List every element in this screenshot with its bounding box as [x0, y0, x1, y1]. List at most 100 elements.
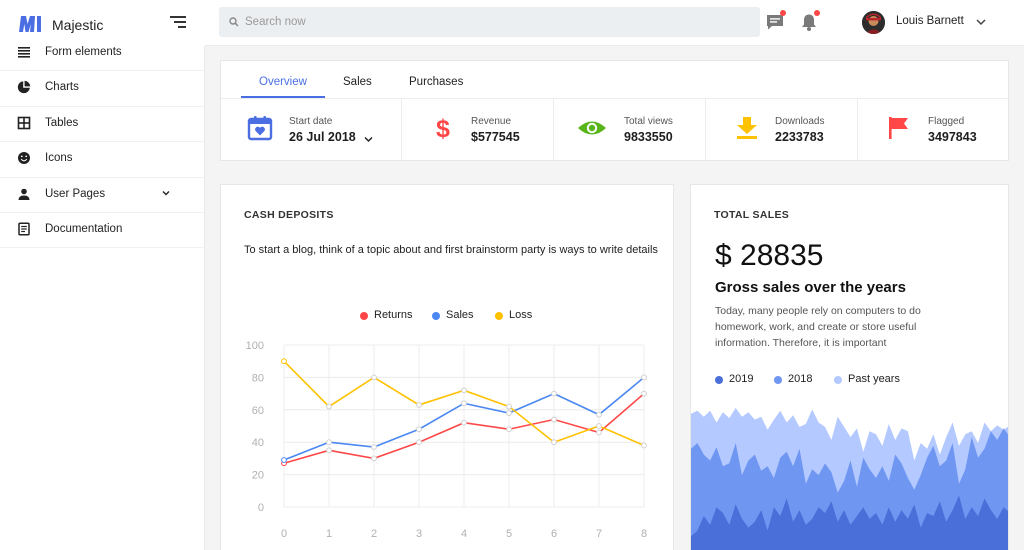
emoji-icon	[18, 152, 30, 165]
stat-revenue: $ Revenue $577545	[402, 99, 554, 162]
legend-label: 2018	[788, 373, 813, 385]
brand-header: Majestic	[0, 0, 205, 46]
data-point-returns	[596, 429, 602, 436]
tab-overview[interactable]: Overview	[259, 76, 307, 88]
legend-swatch	[774, 375, 782, 384]
sidebar-item-label: Tables	[45, 116, 79, 129]
data-point-sales	[281, 457, 287, 463]
legend-item-past-years[interactable]: Past years	[834, 373, 900, 385]
total-sales-value: $ 28835	[715, 239, 824, 272]
sidebar: Form elements Charts Tables Icons User P…	[0, 0, 205, 550]
y-tick-label: 60	[252, 405, 264, 417]
sidebar-toggle-icon[interactable]	[170, 15, 186, 29]
data-point-sales	[551, 390, 557, 397]
x-tick-label: 1	[326, 528, 332, 540]
x-tick-label: 0	[281, 528, 287, 540]
legend-item-2018[interactable]: 2018	[774, 373, 812, 385]
data-point-loss	[416, 402, 422, 408]
x-tick-label: 6	[551, 528, 557, 540]
y-tick-label: 20	[252, 470, 264, 482]
total-sales-card: TOTAL SALES $ 28835 Gross sales over the…	[690, 184, 1009, 550]
stat-label: Start date	[289, 116, 333, 127]
card-description: Today, many people rely on computers to …	[715, 305, 921, 349]
data-point-loss	[326, 403, 332, 410]
brand-name: Majestic	[52, 17, 104, 33]
stat-total-views: Total views 9833550	[554, 99, 706, 162]
stat-value: $577545	[471, 130, 520, 144]
search-input[interactable]	[219, 7, 760, 37]
document-icon	[18, 222, 30, 236]
y-tick-label: 80	[252, 372, 264, 384]
tab-sales[interactable]: Sales	[343, 76, 372, 88]
list-icon	[18, 47, 30, 58]
stat-start-date[interactable]: Start date 26 Jul 2018	[221, 99, 402, 162]
data-point-returns	[551, 416, 557, 423]
data-point-loss	[641, 442, 647, 449]
stat-label: Downloads	[775, 116, 825, 127]
message-icon[interactable]	[765, 10, 786, 32]
chart-legend: 2019 2018 Past years	[715, 373, 995, 387]
x-tick-label: 5	[506, 528, 512, 540]
data-point-sales	[416, 426, 422, 433]
sidebar-item-label: Icons	[45, 152, 73, 165]
data-point-returns	[371, 455, 377, 462]
card-subtitle: Gross sales over the years	[715, 279, 906, 296]
svg-text:$: $	[436, 115, 450, 141]
sidebar-item-documentation[interactable]: Documentation	[0, 213, 205, 249]
data-point-loss	[281, 358, 287, 365]
x-tick-label: 7	[596, 528, 602, 540]
y-tick-label: 40	[252, 437, 264, 449]
calendar-icon	[247, 116, 273, 141]
stat-value: 26 Jul 2018	[289, 130, 356, 144]
legend-item-2019[interactable]: 2019	[715, 373, 753, 385]
legend-label: Past years	[848, 373, 900, 385]
total-sales-area-chart	[691, 407, 1008, 550]
sidebar-item-label: Form elements	[45, 46, 122, 58]
bell-icon[interactable]	[799, 10, 820, 32]
data-point-returns	[326, 447, 332, 454]
download-icon	[737, 117, 757, 139]
data-point-returns	[416, 439, 422, 446]
legend-swatch	[715, 375, 723, 384]
dollar-icon: $	[436, 115, 450, 141]
sidebar-item-charts[interactable]: Charts	[0, 71, 205, 107]
data-point-sales	[641, 374, 647, 381]
data-point-loss	[596, 423, 602, 429]
data-point-loss	[371, 374, 377, 381]
data-point-returns	[506, 426, 512, 433]
eye-icon	[578, 121, 606, 135]
legend-swatch	[834, 375, 842, 384]
stat-value: 9833550	[624, 130, 673, 144]
stat-label: Revenue	[471, 116, 512, 127]
stat-value: 2233783	[775, 130, 824, 144]
x-tick-label: 8	[641, 528, 647, 540]
sidebar-item-label: User Pages	[45, 187, 106, 200]
flag-icon	[889, 117, 908, 139]
y-tick-label: 0	[258, 502, 264, 514]
legend-label: 2019	[729, 373, 754, 385]
top-navbar: Louis Barnett	[205, 0, 1024, 46]
stat-flagged: Flagged 3497843	[858, 99, 1010, 162]
data-point-loss	[551, 439, 557, 446]
sidebar-item-user-pages[interactable]: User Pages	[0, 178, 205, 213]
chevron-down-icon	[976, 19, 986, 26]
sidebar-nav: Form elements Charts Tables Icons User P…	[0, 36, 205, 249]
data-point-sales	[596, 411, 602, 418]
sidebar-item-icons[interactable]: Icons	[0, 142, 205, 178]
stat-label: Flagged	[928, 116, 965, 127]
data-point-loss	[461, 387, 467, 394]
sidebar-item-label: Charts	[45, 81, 79, 94]
data-point-loss	[506, 403, 512, 410]
y-tick-label: 100	[246, 340, 264, 352]
grid-icon	[17, 116, 31, 130]
sidebar-item-label: Documentation	[45, 222, 123, 235]
overview-card: Overview Sales Purchases Start date 26 J…	[220, 60, 1010, 162]
tab-purchases[interactable]: Purchases	[409, 76, 463, 88]
data-point-returns	[461, 419, 467, 426]
stat-downloads: Downloads 2233783	[706, 99, 858, 162]
data-point-returns	[641, 390, 647, 397]
majestic-logo-icon	[19, 16, 41, 32]
stat-label: Total views	[624, 116, 673, 127]
sidebar-item-tables[interactable]: Tables	[0, 107, 205, 143]
x-tick-label: 4	[461, 528, 467, 540]
